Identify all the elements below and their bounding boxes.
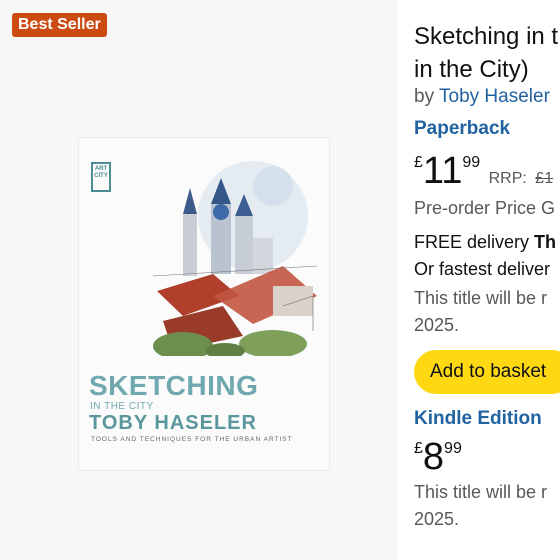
delivery-prefix: FREE delivery [414, 232, 535, 252]
best-seller-badge[interactable]: Best Seller [12, 13, 107, 37]
rrp-value: £1 [535, 170, 554, 187]
paperback-format-link[interactable]: Paperback [414, 118, 510, 140]
product-title-line1: Sketching in t [414, 23, 559, 50]
cover-author: TOBY HASELER [89, 412, 257, 434]
product-title: Sketching in t in the City) [414, 20, 558, 86]
preorder-guarantee: Pre-order Price G [414, 198, 556, 218]
cover-title: SKETCHING [89, 370, 259, 401]
rrp-label: RRP: [488, 170, 527, 187]
kindle-release-note-line2: 2025. [414, 509, 460, 529]
kindle-price-fraction: 99 [444, 440, 462, 457]
product-title-line2: in the City) [414, 56, 529, 83]
art-city-logo: ART CITY [91, 162, 111, 192]
delivery-info: FREE delivery Th [414, 228, 556, 256]
paperback-price: £1199 RRP: £1 [414, 150, 553, 193]
book-cover-image[interactable]: ART CITY SKETCHING IN THE CITY TOBY HASE… [79, 138, 329, 470]
cover-subtitle: IN THE CITY [90, 401, 154, 412]
author-link[interactable]: Toby Haseler [439, 86, 550, 107]
add-to-basket-button[interactable]: Add to basket [414, 350, 560, 394]
kindle-price-whole: 8 [422, 436, 445, 478]
delivery-date: Th [534, 232, 557, 252]
cover-tagline: TOOLS AND TECHNIQUES FOR THE URBAN ARTIS… [91, 436, 293, 443]
fastest-delivery: Or fastest deliver [414, 259, 551, 279]
release-note-line2: 2025. [414, 315, 460, 335]
kindle-price: £899 [414, 436, 462, 479]
kindle-price-currency: £ [414, 440, 423, 457]
by-prefix: by [414, 86, 435, 107]
price-whole: 11 [422, 150, 463, 192]
kindle-format-link[interactable]: Kindle Edition [414, 408, 542, 430]
price-fraction: 99 [462, 154, 481, 171]
byline: by Toby Haseler [414, 86, 550, 108]
city-sketch-illustration [153, 146, 317, 356]
release-note-line1: This title will be r [414, 288, 548, 308]
price-currency: £ [414, 154, 423, 171]
kindle-release-note-line1: This title will be r [414, 482, 548, 502]
